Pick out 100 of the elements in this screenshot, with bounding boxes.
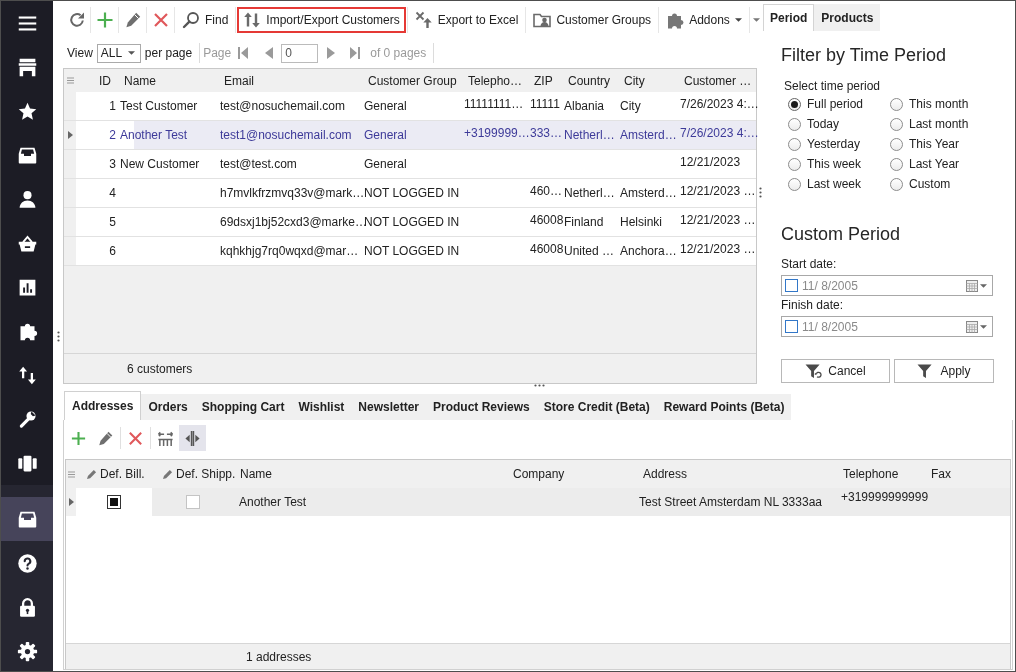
table-cell: City xyxy=(620,99,641,113)
section-title: Custom Period xyxy=(781,223,901,246)
radio-button[interactable] xyxy=(788,117,801,131)
table-cell: Netherl… xyxy=(564,186,615,200)
column-header[interactable]: Customer Group xyxy=(362,69,462,92)
table-cell: 5 xyxy=(109,215,116,229)
tab[interactable]: Product Reviews xyxy=(426,394,537,420)
cross-arrow-icon xyxy=(414,11,433,29)
radio-label[interactable]: Custom xyxy=(909,177,951,191)
column-header[interactable]: ID xyxy=(76,69,118,92)
table-row[interactable]: Another Test Test Street Amsterdam NL 3333aa +319999999999 xyxy=(66,488,1010,516)
column-header[interactable]: Fax xyxy=(925,460,1010,488)
table-row[interactable]: 2 Another Test test1@nosuchemail.com General +3199999…333… Netherl… Amsterd… 7/26/2023 4:… xyxy=(64,121,756,150)
table-row[interactable]: 6 kqhkhjg7rq0wqxd@mar… NOT LOGGED IN 46008United … Anchora… 12/21/2023 … xyxy=(64,237,756,266)
toolbar-button[interactable]: Export to Excel xyxy=(408,7,525,33)
tab[interactable]: Store Credit (Beta) xyxy=(536,394,657,420)
column-header[interactable]: Def. Shipp. xyxy=(152,460,234,488)
table-cell: NOT LOGGED IN xyxy=(364,186,460,200)
radio-button[interactable] xyxy=(890,157,903,171)
radio-button[interactable] xyxy=(890,97,903,111)
radio-label[interactable]: This month xyxy=(909,97,969,111)
column-header[interactable]: Name xyxy=(118,69,218,92)
last-page-icon[interactable] xyxy=(350,47,361,59)
grip-icon[interactable] xyxy=(758,187,762,198)
radio-button[interactable] xyxy=(788,137,801,151)
sidebar-item[interactable] xyxy=(1,497,53,541)
previous-page-icon[interactable] xyxy=(263,47,274,59)
table-cell: Finland xyxy=(564,215,604,229)
pencil-icon xyxy=(162,468,173,480)
table-cell: Amsterd… xyxy=(620,186,677,200)
table-cell: 6 xyxy=(109,244,116,258)
radio-label[interactable]: Yesterday xyxy=(807,137,860,151)
radio-label[interactable]: Full period xyxy=(807,97,864,111)
toolbar-button[interactable]: Import/Export Customers xyxy=(237,7,406,33)
checkbox[interactable] xyxy=(107,495,121,509)
checkbox[interactable] xyxy=(785,320,798,333)
page-count: of 0 pages xyxy=(370,46,427,60)
column-header[interactable]: City xyxy=(618,69,678,92)
table-cell: Netherl… xyxy=(564,128,615,142)
radio-label[interactable]: Last month xyxy=(909,117,969,131)
column-header[interactable]: Email xyxy=(218,69,362,92)
caret-icon xyxy=(752,18,760,22)
column-header[interactable]: Customer … xyxy=(678,69,754,92)
table-cell: test@test.com xyxy=(220,157,297,171)
radio-button[interactable] xyxy=(788,97,801,111)
column-header[interactable]: Def. Bill. xyxy=(76,460,152,488)
tab[interactable]: Orders xyxy=(141,394,195,420)
date-field[interactable]: 11/ 8/2005 xyxy=(781,316,993,337)
basket-icon xyxy=(16,232,38,254)
toolbar-button[interactable]: Find xyxy=(176,7,235,33)
grip-icon[interactable] xyxy=(56,330,60,342)
folder-person-icon xyxy=(533,11,552,29)
date-field[interactable]: 11/ 8/2005 xyxy=(781,275,993,296)
table-row[interactable]: 5 69dsxj1bj52cxd3@marke…NOT LOGGED IN 46008Finland Helsinki 12/21/2023 … xyxy=(64,208,756,237)
radio-label[interactable]: Last week xyxy=(807,177,862,191)
tab[interactable]: Products xyxy=(814,4,881,31)
table-cell: New Customer xyxy=(120,157,200,171)
tab[interactable]: Period xyxy=(763,4,815,31)
store-icon xyxy=(16,56,38,78)
radio-button[interactable] xyxy=(890,117,903,131)
radio-button[interactable] xyxy=(788,157,801,171)
split-button[interactable] xyxy=(179,425,206,451)
delete-icon xyxy=(127,429,144,447)
column-header[interactable]: ZIP xyxy=(528,69,562,92)
table-cell: 46008 xyxy=(530,213,564,227)
pencil-icon xyxy=(97,429,114,447)
toolbar-button[interactable]: Customer Groups xyxy=(527,7,658,33)
panel-button[interactable]: Apply xyxy=(894,359,994,383)
radio-label[interactable]: This week xyxy=(807,157,862,171)
table-row[interactable]: 4 h7mvlkfrzmvq33v@mark…NOT LOGGED IN 460… Netherl… Amsterd… 12/21/2023 … xyxy=(64,179,756,208)
tab[interactable]: Newsletter xyxy=(351,394,426,420)
per-page-label: per page xyxy=(144,46,193,60)
radio-button[interactable] xyxy=(890,137,903,151)
column-header[interactable]: Company xyxy=(507,460,637,488)
column-header[interactable]: Name xyxy=(234,460,507,488)
tab[interactable]: Shopping Cart xyxy=(194,394,292,420)
radio-label[interactable]: Today xyxy=(807,117,840,131)
column-header[interactable]: Country xyxy=(562,69,618,92)
table-cell: test@nosuchemail.com xyxy=(220,99,345,113)
tab[interactable]: Reward Points (Beta) xyxy=(656,394,792,420)
toolbar-button[interactable]: Addons xyxy=(660,7,748,33)
checkbox[interactable] xyxy=(785,279,798,292)
tab[interactable]: Wishlist xyxy=(291,394,352,420)
radio-button[interactable] xyxy=(890,177,903,191)
tab[interactable]: Addresses xyxy=(64,391,142,420)
radio-button[interactable] xyxy=(788,177,801,191)
table-cell: United … xyxy=(564,244,615,258)
first-page-icon[interactable] xyxy=(238,47,249,59)
table-cell: NOT LOGGED IN xyxy=(364,215,460,229)
panel-button[interactable]: Cancel xyxy=(781,359,890,383)
column-header[interactable]: Telepho… xyxy=(462,69,528,92)
column-header[interactable]: Telephone xyxy=(837,460,925,488)
table-cell: 4 xyxy=(109,186,116,200)
table-cell: 12/21/2023 xyxy=(680,155,741,169)
table-row[interactable]: 1 Test Customer test@nosuchemail.com General 11111111… 11111 Albania City 7/26/2023 4:… xyxy=(64,92,756,121)
grip-icon[interactable] xyxy=(533,384,545,387)
radio-label[interactable]: Last Year xyxy=(909,157,960,171)
column-header[interactable]: Address xyxy=(637,460,837,488)
radio-label[interactable]: This Year xyxy=(909,137,960,151)
table-row[interactable]: 3 New Customer test@test.com General 12/21/2023 xyxy=(64,150,756,179)
